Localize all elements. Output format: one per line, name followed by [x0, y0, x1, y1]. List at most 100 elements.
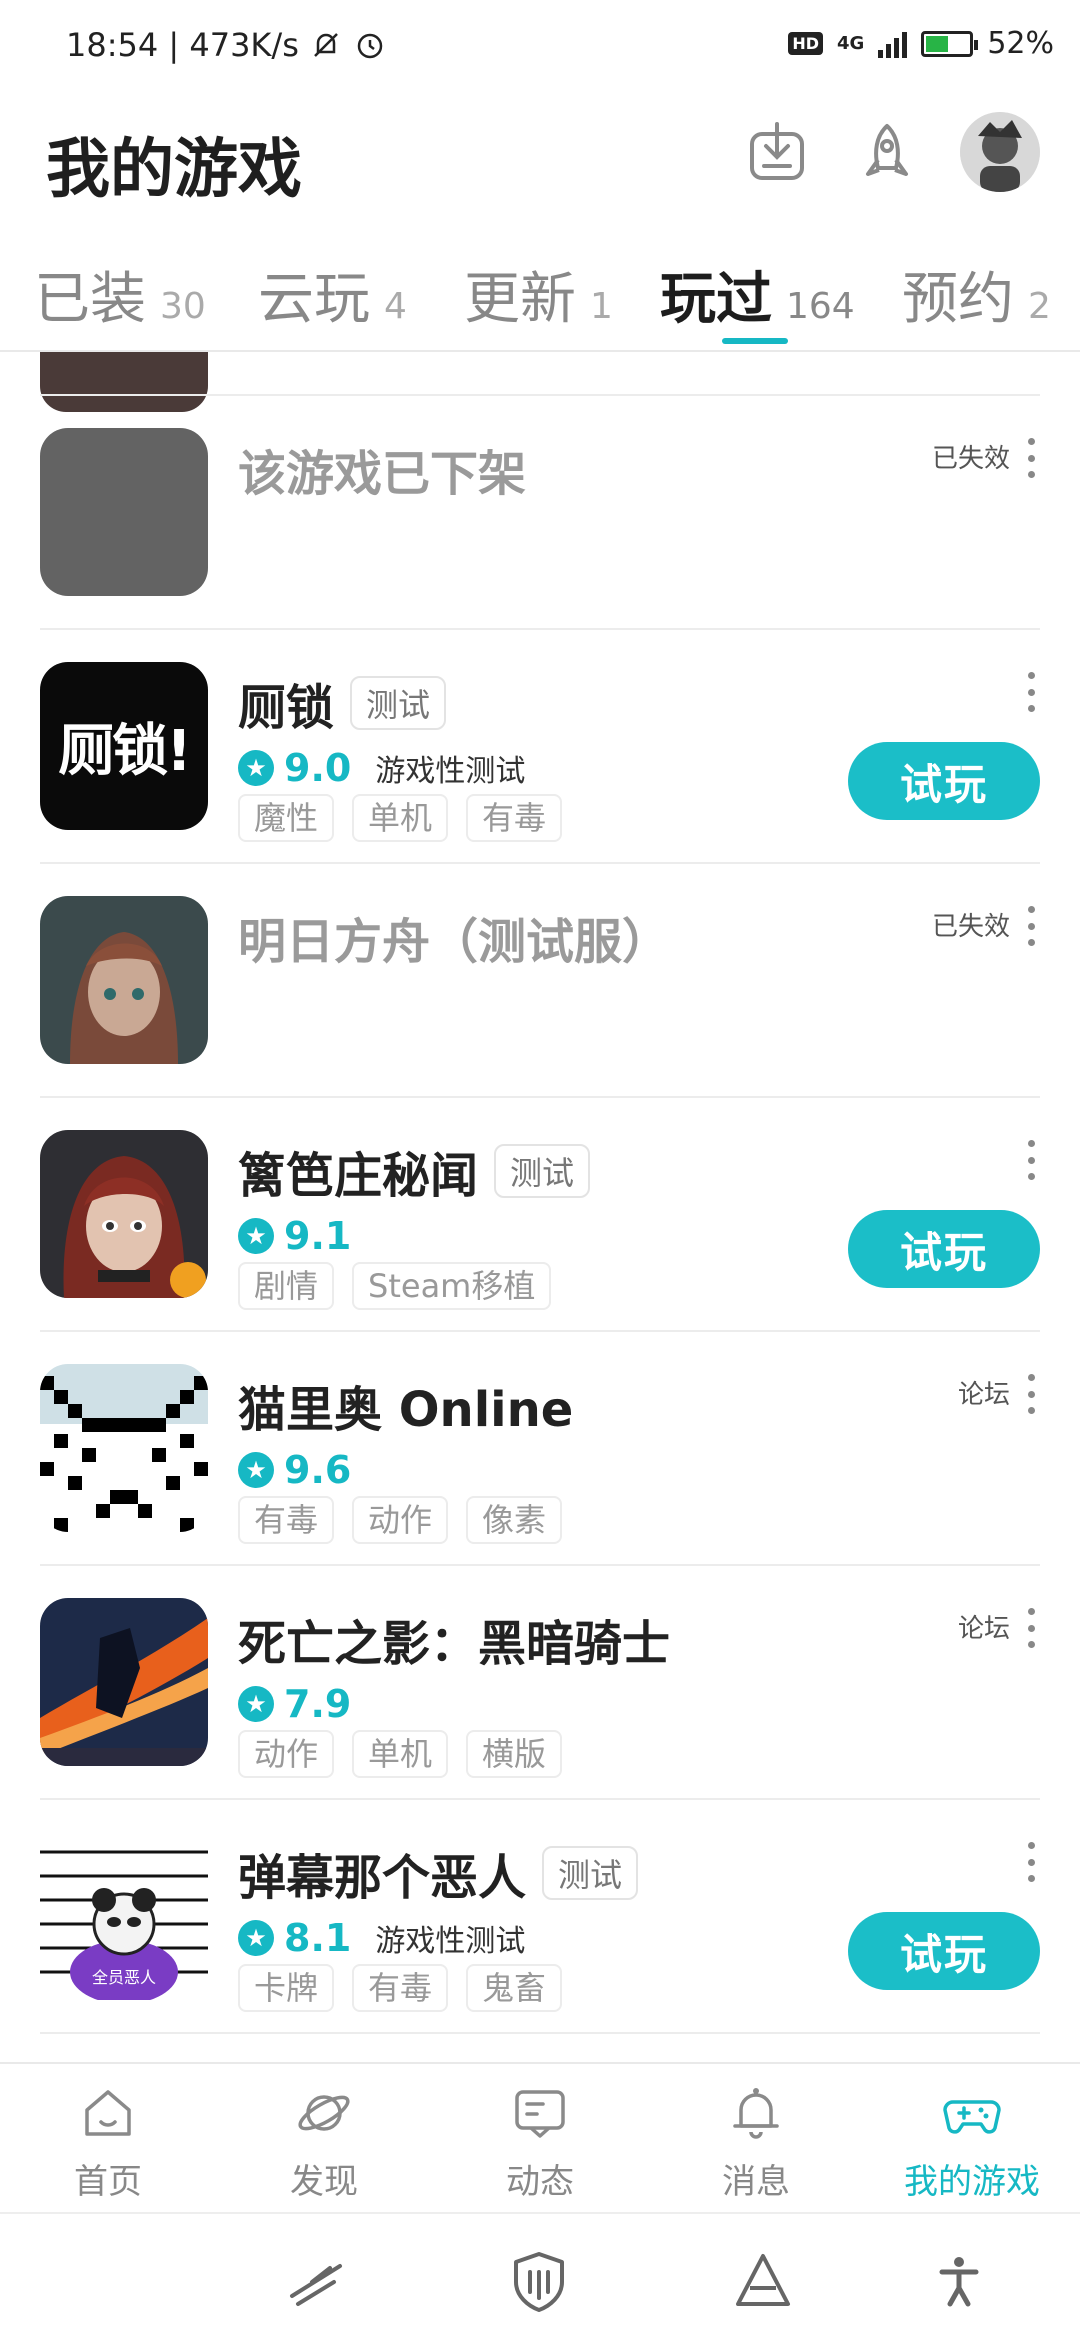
nav-discover[interactable]: 发现	[216, 2082, 432, 2203]
more-options-icon[interactable]	[1026, 1374, 1036, 1414]
game-name-text: 死亡之影：黑暗骑士	[238, 1616, 671, 1672]
forum-link[interactable]: 论坛	[958, 1374, 1010, 1411]
shield-icon[interactable]	[506, 2248, 572, 2314]
game-score: 8.1	[284, 1916, 352, 1960]
nav-home[interactable]: 首页	[0, 2082, 216, 2203]
nav-label: 动态	[506, 2162, 574, 2202]
gamepad-icon	[943, 2100, 1001, 2134]
game-icon-arknights[interactable]	[40, 896, 208, 1064]
game-tag[interactable]: 鬼畜	[466, 1964, 563, 2012]
game-tag[interactable]: 单机	[352, 1730, 449, 1778]
game-tag[interactable]: 有毒	[466, 794, 563, 842]
game-item-removed[interactable]: 该游戏已下架 已失效	[40, 396, 1040, 630]
game-tags: 剧情 Steam移植	[238, 1262, 552, 1310]
test-badge: 测试	[494, 1144, 591, 1198]
tab-installed[interactable]: 已装 30	[34, 254, 206, 335]
triangle-logo-icon[interactable]	[730, 2248, 796, 2314]
planet-icon	[298, 2095, 350, 2131]
tab-reserved[interactable]: 预约 2	[902, 254, 1051, 335]
more-options-icon[interactable]	[1026, 1608, 1036, 1648]
game-item-cesuo[interactable]: 厕锁! 厕锁 测试 ★ 9.0 游戏性测试 魔性 单机 有毒 试玩	[40, 630, 1040, 864]
game-item-shadow-of-death[interactable]: 死亡之影：黑暗骑士 论坛 ★ 7.9 动作 单机 横版	[40, 1566, 1040, 1800]
try-play-button[interactable]: 试玩	[848, 1912, 1040, 1990]
game-status: 已失效	[931, 444, 1010, 474]
more-options-icon[interactable]	[1026, 906, 1036, 946]
battery-percent: 52%	[987, 26, 1054, 61]
game-icon-libazhuang[interactable]	[40, 1130, 208, 1298]
game-name: 弹幕那个恶人 测试	[238, 1838, 639, 1908]
game-name: 篱笆庄秘闻 测试	[238, 1136, 591, 1206]
game-tag[interactable]: 魔性	[238, 794, 335, 842]
mute-icon	[313, 33, 338, 57]
game-tag[interactable]: 剧情	[238, 1262, 335, 1310]
battery-icon	[921, 30, 979, 57]
more-options-icon[interactable]	[1026, 1842, 1036, 1882]
game-item-danmaku-villain[interactable]: 全员恶人 弹幕那个恶人 测试 ★ 8.1 游戏性测试 卡牌 有毒 鬼畜 试玩	[40, 1800, 1040, 2034]
nav-feed[interactable]: 动态	[432, 2082, 648, 2203]
star-icon: ★	[238, 1218, 274, 1254]
game-tags: 动作 单机 横版	[238, 1730, 563, 1778]
game-name-text: 弹幕那个恶人	[238, 1850, 527, 1906]
tab-updates[interactable]: 更新 1	[464, 254, 613, 335]
game-tags: 魔性 单机 有毒	[238, 794, 563, 842]
nav-label: 首页	[74, 2162, 142, 2202]
game-tag[interactable]: 动作	[238, 1730, 335, 1778]
rocket-icon[interactable]	[852, 120, 922, 190]
game-rating: ★ 9.1	[238, 1214, 351, 1258]
game-name: 明日方舟（测试服）	[238, 902, 670, 972]
game-rating: ★ 8.1 游戏性测试	[238, 1916, 525, 1960]
accessibility-icon[interactable]	[926, 2248, 992, 2314]
more-options-icon[interactable]	[1026, 1140, 1036, 1180]
game-name: 死亡之影：黑暗骑士	[238, 1604, 670, 1674]
game-icon-syobon[interactable]	[40, 1364, 208, 1532]
star-icon: ★	[238, 1452, 274, 1488]
network-label: 4G	[837, 33, 865, 54]
game-name-text: 明日方舟（测试服）	[238, 914, 671, 970]
tab-played[interactable]: 玩过 164	[660, 254, 855, 335]
game-tag[interactable]: 有毒	[238, 1496, 335, 1544]
divider	[40, 2032, 1040, 2034]
game-tag[interactable]: 动作	[352, 1496, 449, 1544]
nav-messages[interactable]: 消息	[648, 2082, 864, 2203]
game-tag[interactable]: 横版	[466, 1730, 563, 1778]
game-tag[interactable]: Steam移植	[352, 1262, 552, 1310]
game-icon-shadow-of-death[interactable]	[40, 1598, 208, 1766]
time-speed: 18:54 | 473K/s	[66, 26, 299, 64]
game-icon-cesuo[interactable]: 厕锁!	[40, 662, 208, 830]
nav-label: 消息	[722, 2162, 790, 2202]
game-item-arknights[interactable]: 明日方舟（测试服） 已失效	[40, 864, 1040, 1098]
alarm-icon	[357, 33, 383, 59]
try-play-button[interactable]: 试玩	[848, 1210, 1040, 1288]
game-icon-danmaku-villain[interactable]: 全员恶人	[40, 1832, 208, 2000]
more-options-icon[interactable]	[1026, 438, 1036, 478]
tab-count: 1	[590, 286, 613, 327]
nav-my-games[interactable]: 我的游戏	[864, 2082, 1080, 2203]
game-score: 7.9	[284, 1682, 352, 1726]
nav-label: 发现	[290, 2162, 358, 2202]
signal-icon	[878, 30, 908, 58]
game-item-syobon[interactable]: 猫里奥 Online 论坛 ★ 9.6 有毒 动作 像素	[40, 1332, 1040, 1566]
game-tag[interactable]: 有毒	[352, 1964, 449, 2012]
system-navigation-bar	[0, 2212, 1080, 2340]
game-rating: ★ 9.6	[238, 1448, 351, 1492]
game-name: 厕锁 测试	[238, 668, 447, 738]
status-right: HD 4G 52%	[788, 26, 1054, 61]
game-tag[interactable]: 卡牌	[238, 1964, 335, 2012]
game-item-libazhuang[interactable]: 篱笆庄秘闻 测试 ★ 9.1 剧情 Steam移植 试玩	[40, 1098, 1040, 1332]
game-icon-placeholder[interactable]	[40, 428, 208, 596]
forum-link[interactable]: 论坛	[958, 1608, 1010, 1645]
game-tag[interactable]: 单机	[352, 794, 449, 842]
game-status: 已失效	[931, 912, 1010, 942]
message-card-icon	[515, 2090, 565, 2138]
test-badge: 测试	[350, 676, 447, 730]
download-manager-icon[interactable]	[742, 120, 812, 190]
tab-cloud-play[interactable]: 云玩 4	[258, 254, 407, 335]
user-avatar[interactable]	[960, 112, 1040, 192]
more-options-icon[interactable]	[1026, 672, 1036, 712]
game-list[interactable]: 该游戏已下架 已失效 厕锁! 厕锁 测试 ★ 9.0 游戏性测试 魔性 单机 有…	[40, 352, 1040, 2060]
game-name-text: 该游戏已下架	[238, 446, 527, 502]
game-tag[interactable]: 像素	[466, 1496, 563, 1544]
slash-gesture-icon[interactable]	[284, 2248, 350, 2314]
tab-label: 更新	[464, 267, 576, 332]
try-play-button[interactable]: 试玩	[848, 742, 1040, 820]
